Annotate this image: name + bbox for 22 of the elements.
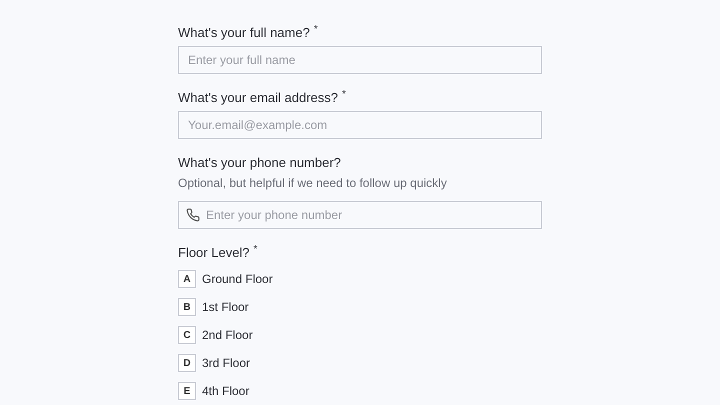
option-label[interactable]: 4th Floor <box>202 382 250 400</box>
option-key: A <box>178 270 196 288</box>
option-key: E <box>178 382 196 400</box>
question-label: What's your phone number? <box>178 154 341 172</box>
input-field[interactable]: Your.email@example.com <box>178 111 542 139</box>
question-label: Floor Level? <box>178 244 250 262</box>
option-key: D <box>178 354 196 372</box>
question-label: What's your email address? <box>178 89 338 107</box>
option-label[interactable]: 1st Floor <box>202 298 249 316</box>
input-field[interactable]: Enter your full name <box>178 46 542 74</box>
required-mark: * <box>314 25 318 35</box>
option-label[interactable]: 3rd Floor <box>202 354 250 372</box>
question-label: What's your full name? <box>178 24 310 42</box>
option-key: C <box>178 326 196 344</box>
required-mark: * <box>342 90 346 100</box>
hint-text: Optional, but helpful if we need to follow up quickly <box>178 175 448 191</box>
option-label[interactable]: 2nd Floor <box>202 326 253 344</box>
required-mark: * <box>254 245 258 255</box>
phone-icon <box>186 208 200 222</box>
input-field[interactable]: Enter your phone number <box>178 201 542 229</box>
option-key: B <box>178 298 196 316</box>
option-label[interactable]: Ground Floor <box>202 270 273 288</box>
